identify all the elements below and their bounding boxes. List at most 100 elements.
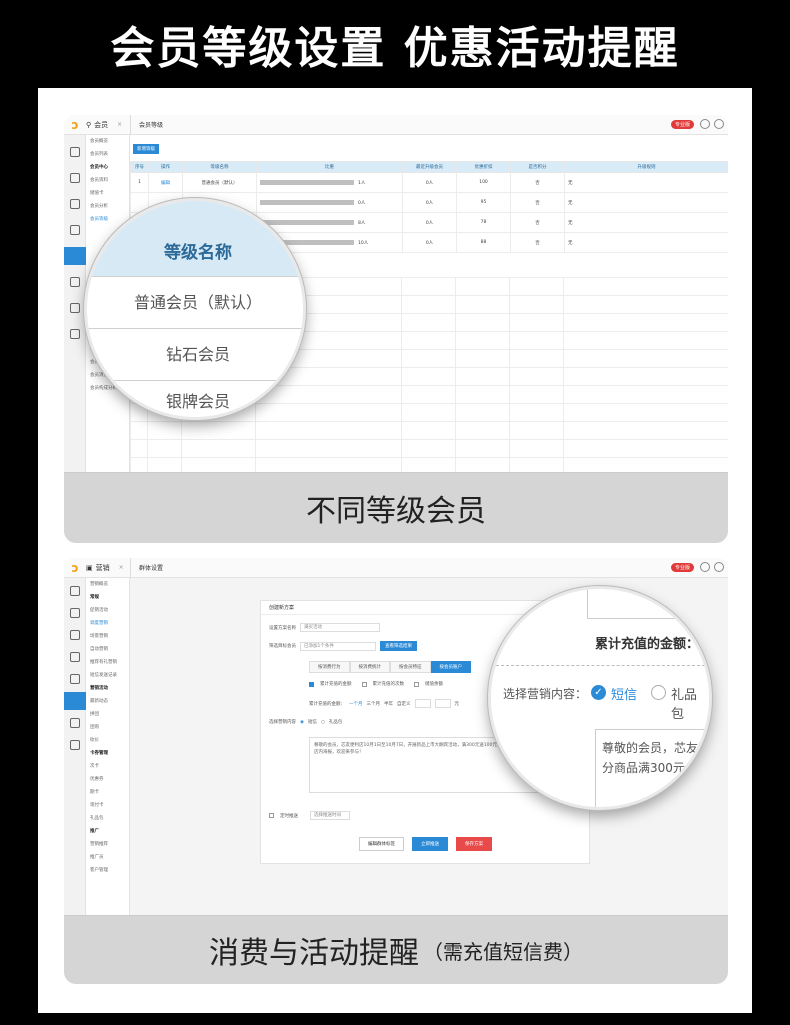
amount-min-input[interactable]	[414, 699, 431, 708]
menu-item[interactable]: 营销概览	[86, 578, 129, 591]
push-now-button[interactable]: 立即推送	[412, 837, 448, 851]
menu-item[interactable]: 自动营销	[86, 643, 129, 656]
period-option[interactable]: 三个月	[367, 701, 381, 707]
report-icon[interactable]	[70, 718, 80, 728]
member-icon[interactable]	[64, 247, 86, 265]
home-icon[interactable]	[70, 147, 80, 157]
menu-item[interactable]: 促销活动	[86, 604, 129, 617]
radio-checked-icon[interactable]: ✓	[591, 685, 606, 700]
menu-item[interactable]: 推广员	[86, 851, 129, 864]
page-title: 群体设置	[130, 558, 163, 578]
menu-item[interactable]: 优惠券	[86, 773, 129, 786]
gift-option: 礼品包	[328, 720, 343, 725]
table-header-row: 序号 操作 等级名称 比重 最近升级会员 优惠折扣 是否积分 升级规则	[130, 161, 728, 173]
menu-item-active[interactable]: 调度营销	[86, 617, 129, 630]
radio-checked-icon[interactable]: ◉	[300, 720, 304, 725]
magnifier-level-names: 等级名称 普通会员（默认） 钻石会员 银牌会员	[84, 198, 306, 420]
view-result-button[interactable]: 查看筛选结果	[380, 641, 417, 651]
edit-tag-button[interactable]: 编辑群体标签	[359, 837, 404, 851]
tab-consume-stats[interactable]: 按消费统计	[349, 661, 390, 673]
marketing-card: ɔ ▣ 营销 × 群体设置 专业版 营销概览 常规 促销活动 调度营销 场景营销…	[64, 558, 728, 984]
timer-input[interactable]: 选择推送时间	[310, 811, 350, 820]
close-tab-icon[interactable]: ×	[117, 121, 122, 128]
member-icon[interactable]	[70, 674, 80, 684]
recent-upgrade: 0人	[402, 172, 457, 193]
bell-icon[interactable]	[700, 562, 710, 572]
menu-item[interactable]: 短信发送记录	[86, 669, 129, 682]
form-buttons: 编辑群体标签 立即推送 保存方案	[359, 837, 492, 851]
save-plan-button[interactable]: 保存方案	[456, 837, 492, 851]
ratio-count: 1人	[358, 180, 366, 186]
menu-item[interactable]: 储值卡	[86, 187, 129, 200]
close-tab-icon[interactable]: ×	[119, 564, 124, 571]
marketing-screenshot: ɔ ▣ 营销 × 群体设置 专业版 营销概览 常规 促销活动 调度营销 场景营销…	[64, 558, 728, 916]
goods-icon[interactable]	[70, 652, 80, 662]
menu-item[interactable]: 最新动态	[86, 695, 129, 708]
edit-link[interactable]: 编辑	[148, 172, 183, 193]
new-level-button[interactable]: 新增等级	[133, 144, 159, 154]
menu-item[interactable]: 次卡	[86, 760, 129, 773]
menu-item[interactable]: 会员概览	[86, 135, 129, 148]
column-header: 等级名称	[182, 161, 257, 173]
gear-icon[interactable]	[714, 562, 724, 572]
period-option[interactable]: 半年	[384, 701, 393, 707]
gear-icon[interactable]	[714, 119, 724, 129]
column-header: 序号	[130, 161, 149, 173]
level-name: 普通会员（默认）	[182, 172, 257, 193]
menu-item[interactable]: 推荐有礼营销	[86, 656, 129, 669]
menu-item[interactable]: 会员列表	[86, 148, 129, 161]
menu-item[interactable]: 会员资料	[86, 174, 129, 187]
menu-item[interactable]: 营销推荐	[86, 838, 129, 851]
plan-name-input[interactable]: 满买活动	[300, 623, 380, 632]
report-icon[interactable]	[70, 303, 80, 313]
menu-item[interactable]: 场景营销	[86, 630, 129, 643]
app-tab-member[interactable]: ⚲ 会员 ×	[86, 120, 130, 130]
shop-icon[interactable]	[70, 608, 80, 618]
checkbox-icon[interactable]	[309, 681, 314, 687]
app-tab-label: 营销	[95, 563, 110, 572]
check-label: 累计充值的次数	[372, 682, 405, 687]
menu-item[interactable]: 拼团	[86, 708, 129, 721]
menu-item[interactable]: 砍价	[86, 734, 129, 747]
menu-item[interactable]: 礼品包	[86, 812, 129, 825]
period-option[interactable]: 一个月	[349, 701, 363, 707]
lens-divider	[491, 665, 709, 666]
caption-member-levels: 不同等级会员	[306, 494, 486, 529]
goods-icon[interactable]	[70, 225, 80, 235]
period-option[interactable]: 自定义	[397, 701, 411, 707]
marketing-rail-icon[interactable]	[64, 692, 86, 710]
menu-item[interactable]: 客户管理	[86, 864, 129, 877]
radio-icon[interactable]: ○	[321, 720, 325, 725]
menu-item[interactable]: 现付卡	[86, 799, 129, 812]
shop-icon[interactable]	[70, 173, 80, 183]
home-icon[interactable]	[70, 586, 80, 596]
menu-item[interactable]: 团购	[86, 721, 129, 734]
points-flag: 否	[510, 192, 565, 213]
marketing-icon[interactable]	[70, 277, 80, 287]
lens-input-edge	[587, 589, 709, 619]
timer-label: 定时推送	[280, 813, 298, 819]
ratio-cell: 1人	[256, 172, 403, 193]
caption-text: 消费与活动提醒	[209, 936, 419, 971]
more-icon[interactable]	[70, 740, 80, 750]
member-level-screenshot: ɔ ⚲ 会员 × 会员等级 专业版 会员概览 会员列表 会员中心 会员资料 储值…	[64, 115, 728, 473]
tab-member-account[interactable]: 按会员账户	[430, 661, 471, 673]
checkbox-icon[interactable]	[269, 813, 274, 818]
lens-sms-option: 短信	[611, 688, 638, 703]
more-icon[interactable]	[70, 329, 80, 339]
checkbox-icon[interactable]	[414, 681, 419, 687]
menu-item[interactable]: 期卡	[86, 786, 129, 799]
target-select[interactable]: 已添加1个条件	[300, 641, 376, 651]
tab-consume-behavior[interactable]: 按消费行为	[309, 661, 350, 673]
tab-member-feature[interactable]: 按会员特征	[390, 661, 431, 673]
bell-icon[interactable]	[700, 119, 710, 129]
app-tab-marketing[interactable]: ▣ 营销 ×	[86, 563, 130, 573]
amount-max-input[interactable]	[434, 699, 451, 708]
order-icon[interactable]	[70, 199, 80, 209]
target-row: 筛选目标会员 已添加1个条件 查看筛选结果	[269, 641, 417, 651]
target-label: 筛选目标会员	[269, 644, 296, 649]
radio-icon[interactable]	[651, 685, 666, 700]
checkbox-icon[interactable]	[361, 681, 367, 687]
column-header: 是否积分	[510, 161, 565, 173]
order-icon[interactable]	[70, 630, 80, 640]
